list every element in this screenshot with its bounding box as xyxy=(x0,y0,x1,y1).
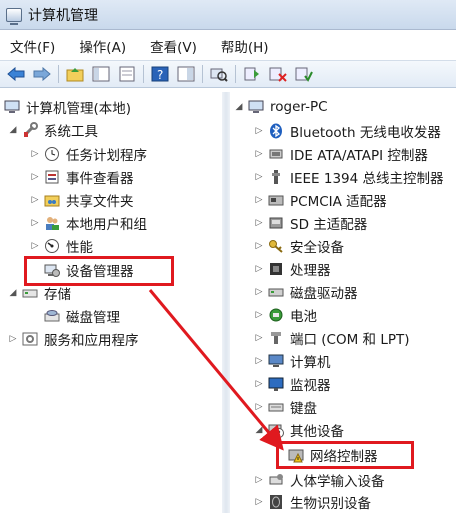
annotation-arrow xyxy=(148,289,284,451)
